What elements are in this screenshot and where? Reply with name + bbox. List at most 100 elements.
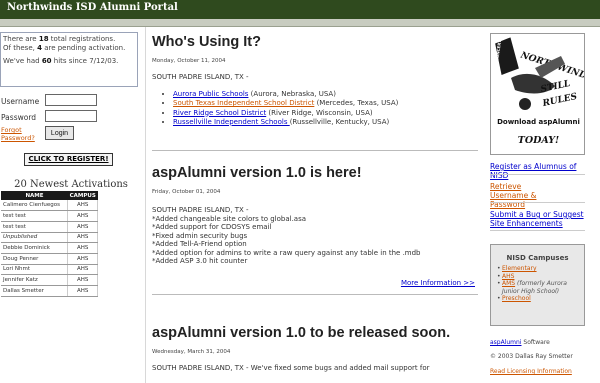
post-date: Wednesday, March 31, 2004 [152,349,231,355]
school-location: (Aurora, Nebraska, USA) [248,90,336,98]
column-header-name: NAME [1,191,68,200]
post-title: aspAlumni version 1.0 is here! [152,165,362,181]
stats-text: We've had [3,57,42,65]
stats-text: Of these, [3,44,38,52]
column-divider [145,27,146,383]
password-row: Password [1,110,141,126]
activation-campus: AHS [67,242,98,254]
stats-line-3: We've had 60 hits since 7/12/03. [3,57,135,66]
activation-name: Lori Nhmt [1,264,69,276]
post-line: *Added option for admins to write a raw … [152,248,421,257]
list-item: AMS (formerly Aurora Junior High School) [497,280,583,295]
side-divider [490,230,585,231]
retrieve-password-link[interactable]: Retrieve Username & Password [490,182,560,209]
post-divider [152,294,478,295]
activation-campus: AHS [67,210,98,222]
brand-line: aspAlumni Software [490,339,590,347]
campuses-box: NISD Campuses Elementary AHS AMS (former… [490,244,585,326]
activation-campus: AHS [67,274,98,286]
download-ad[interactable]: CONCERT NORTHWINDS STILL RULES Download … [490,33,585,155]
side-divider [490,174,585,175]
license-link[interactable]: Read Licensing Information [490,368,572,375]
table-row: Lori Nhmt AHS [1,264,98,276]
activation-campus: AHS [67,264,98,276]
campuses-list: Elementary AHS AMS (formerly Aurora Juni… [497,265,583,303]
register-button-label: CLICK TO REGISTER! [28,155,109,163]
list-item: Preschool [497,295,583,303]
activation-name: Unpublished [1,232,69,244]
stats-text: hits since 7/12/03. [51,57,119,65]
list-item: River Ridge School District (River Ridge… [173,109,478,118]
table-row: Dallas Smetter AHS [1,285,98,297]
post-date: Friday, October 01, 2004 [152,189,221,195]
register-button[interactable]: CLICK TO REGISTER! [24,153,113,166]
post-title: Who's Using It? [152,34,261,50]
list-item: AHS [497,273,583,281]
register-alumnus-link[interactable]: Register as Alumnus of NISD [490,162,590,180]
table-header-row: NAME CAMPUS [1,191,98,200]
activation-name: Jennifer Katz [1,274,69,286]
brand-link[interactable]: aspAlumni [490,339,522,346]
username-input[interactable] [45,94,97,106]
post-body: SOUTH PADRE ISLAND, TX - We've fixed som… [152,364,430,372]
post-divider [152,150,478,151]
activation-name: Doug Penner [1,253,69,265]
username-label: Username [1,97,40,106]
news-post: aspAlumni version 1.0 to be released soo… [152,325,478,373]
user-list: Aurora Public Schools (Aurora, Nebraska,… [152,90,478,127]
campus-link-elementary[interactable]: Elementary [502,265,537,272]
submit-bug-link[interactable]: Submit a Bug or Suggest Site Enhancement… [490,210,588,228]
table-row: Jennifer Katz AHS [1,274,98,286]
top-bar: Northwinds ISD Alumni Portal [0,0,600,19]
stats-line-1: There are 18 total registrations. [3,35,135,44]
table-row: Debbie Dominick AHS [1,242,98,254]
table-row: test test AHS [1,210,98,222]
more-information-link[interactable]: More Information >> [401,279,475,287]
stats-text: are pending activation. [41,44,126,52]
table-row: Doug Penner AHS [1,253,98,265]
campus-link-ahs[interactable]: AHS [502,273,514,280]
login-form: Username Password Forgot Password? Login [1,94,141,142]
list-item: South Texas Independent School District … [173,99,478,108]
campuses-title: NISD Campuses [506,254,569,262]
forgot-line-1: Forgot [1,126,22,134]
activation-name: Dallas Smetter [1,285,69,297]
school-link[interactable]: South Texas Independent School District [173,99,314,107]
table-row: test test AHS [1,221,98,233]
brand-suffix: Software [521,339,550,346]
activations-table: NAME CAMPUS Calimero Cienfuegos AHS test … [1,191,98,297]
activation-campus: AHS [67,221,98,233]
school-location: (Mercedes, Texas, USA) [314,99,399,108]
school-location: (Russellville, Kentucky, USA) [289,117,390,126]
forgot-password-link[interactable]: Forgot Password? [1,126,35,142]
activation-campus: AHS [67,285,98,297]
post-line: *Fixed admin security bugs [152,231,248,240]
activations-title: 20 Newest Activations [14,179,128,190]
column-header-campus: CAMPUS [67,191,98,200]
activation-campus: AHS [67,200,98,212]
post-location: SOUTH PADRE ISLAND, TX - [152,73,249,81]
table-row: Unpublished AHS [1,232,98,244]
stats-text: total registrations. [48,35,116,43]
registrations-count: 18 [38,35,49,43]
school-link[interactable]: River Ridge School District [173,109,266,117]
post-line: *Added Tell-A-Friend option [152,240,247,248]
school-location: (River Ridge, Wisconsin, USA) [266,108,373,117]
hits-count: 60 [41,57,52,65]
campus-link-ams[interactable]: AMS [502,280,515,287]
school-link[interactable]: Russellville Independent Schools [173,118,290,126]
post-line: *Added changeable site colors to global.… [152,214,307,223]
post-location: SOUTH PADRE ISLAND, TX - [152,206,249,214]
stats-line-2: Of these, 4 are pending activation. [3,44,135,53]
activation-campus: AHS [67,253,98,265]
campus-link-preschool[interactable]: Preschool [502,295,531,302]
list-item: Russellville Independent Schools (Russel… [173,118,478,127]
password-label: Password [1,113,37,122]
northwinds-logo: CONCERT NORTHWINDS STILL RULES [491,34,584,118]
news-post: aspAlumni version 1.0 is here! Friday, O… [152,165,478,295]
school-link[interactable]: Aurora Public Schools [173,90,248,98]
password-input[interactable] [45,110,97,122]
login-button[interactable]: Login [45,126,74,140]
sub-bar [0,19,600,27]
post-line: *Added ASP 3.0 hit counter [152,257,248,265]
